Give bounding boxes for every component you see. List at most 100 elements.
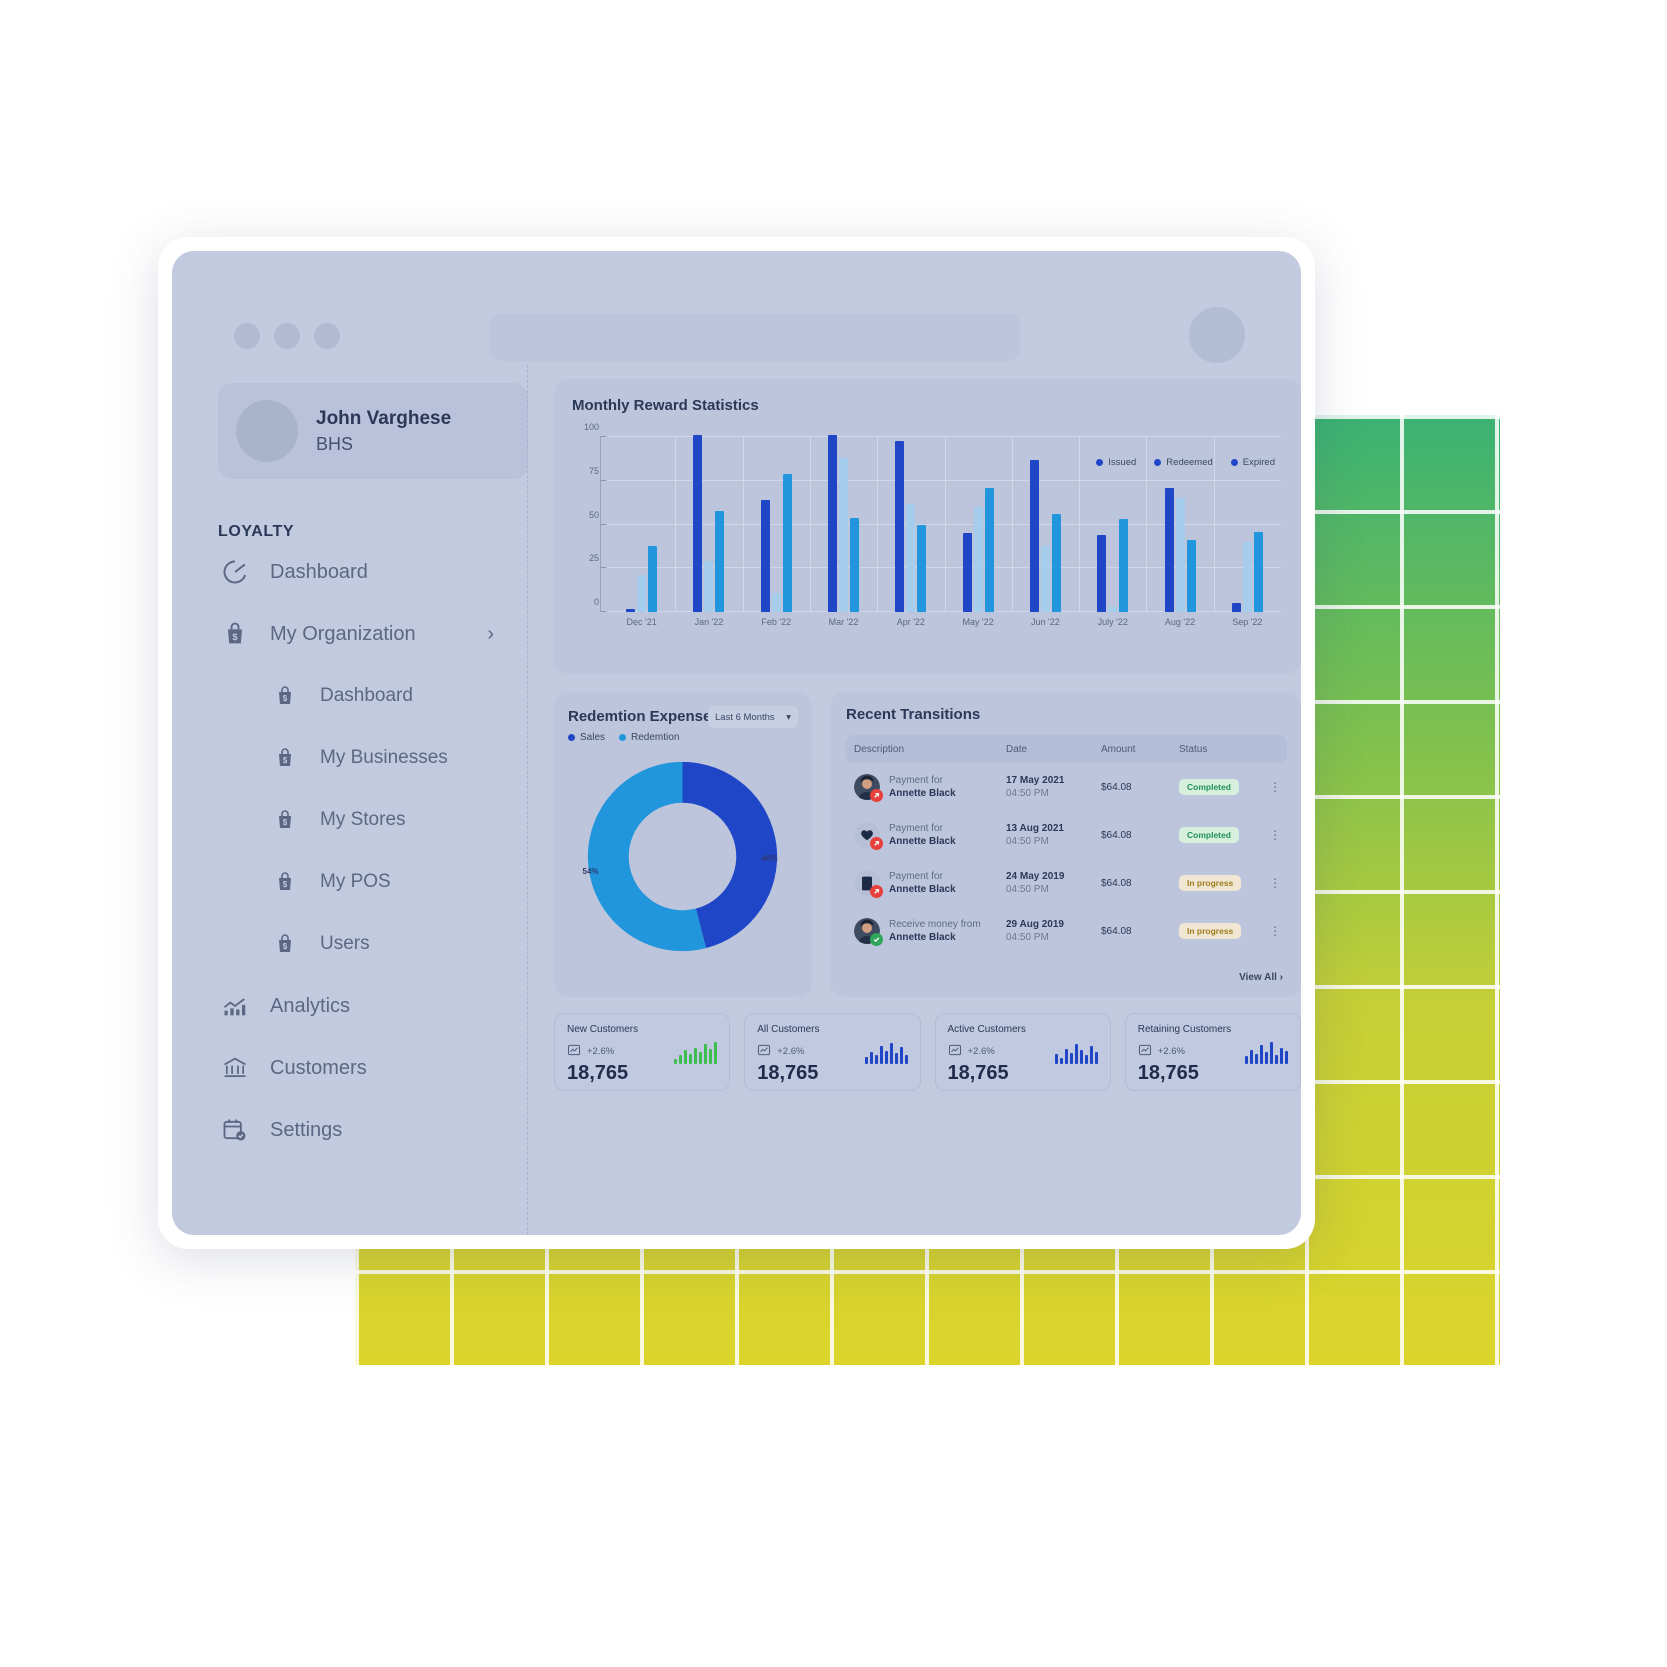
person-avatar-icon xyxy=(854,774,883,802)
legend-swatch-icon xyxy=(1154,459,1162,466)
bar-issued xyxy=(962,533,972,612)
maximize-icon[interactable] xyxy=(314,323,340,349)
sidebar-item-my-businesses[interactable]: $ My Businesses xyxy=(218,727,528,789)
transaction-time-value: 04:50 PM xyxy=(1006,932,1049,943)
y-axis-tick-mark xyxy=(600,567,606,569)
bar-group xyxy=(675,435,742,612)
bag-dollar-icon: $ xyxy=(268,803,302,837)
stat-delta-value: +2.6% xyxy=(587,1046,615,1057)
address-bar[interactable] xyxy=(490,313,1020,361)
transaction-date: 13 Aug 2021 04:50 PM xyxy=(1006,822,1101,848)
sidebar-item-dashboard[interactable]: $ Dashboard xyxy=(218,665,528,727)
transaction-desc-line2: Annette Black xyxy=(889,884,956,895)
sidebar-item-my-stores[interactable]: $ My Stores xyxy=(218,789,528,851)
stat-card-all-customers[interactable]: All Customers +2.6% 18,765 xyxy=(744,1013,921,1091)
donut-legend-item-redemtion[interactable]: Redemtion xyxy=(619,732,679,743)
app-window: John Varghese BHS LOYALTY Dashboard $ My … xyxy=(158,237,1315,1249)
transaction-amount: $64.08 xyxy=(1101,829,1132,841)
trend-icon xyxy=(1138,1043,1152,1060)
y-axis-tick-label: 100 xyxy=(583,422,599,432)
close-icon[interactable] xyxy=(234,323,260,349)
bar-issued xyxy=(1097,535,1107,612)
table-row[interactable]: Payment for Annette Black 13 Aug 2021 04… xyxy=(846,811,1287,859)
sidebar-item-label: Users xyxy=(320,933,370,954)
status-badge: Completed xyxy=(1179,779,1269,795)
sidebar-item-my-pos[interactable]: $ My POS xyxy=(218,851,528,913)
stat-card-retaining-customers[interactable]: Retaining Customers +2.6% 18,765 xyxy=(1124,1013,1301,1091)
table-row[interactable]: Payment for Annette Black 24 May 2019 04… xyxy=(846,859,1287,907)
bar-redeemed xyxy=(1040,545,1050,612)
x-axis-label: Sep '22 xyxy=(1232,617,1263,627)
transaction-description: Payment for Annette Black xyxy=(846,870,1006,898)
transactions-table-header: Description Date Amount Status xyxy=(846,735,1287,763)
y-axis-tick-mark xyxy=(600,436,606,437)
transaction-time-value: 04:50 PM xyxy=(1006,884,1049,895)
stat-title: New Customers xyxy=(567,1024,639,1035)
speedometer-icon xyxy=(218,555,252,589)
bar-redeemed xyxy=(637,575,647,612)
sidebar-item-settings[interactable]: Settings xyxy=(218,1099,528,1161)
table-row[interactable]: Payment for Annette Black 17 May 2021 04… xyxy=(846,763,1287,811)
sparkline-chart xyxy=(674,1040,718,1064)
stat-title: Active Customers xyxy=(947,1024,1026,1035)
bar-expired xyxy=(715,510,725,612)
stat-card-active-customers[interactable]: Active Customers +2.6% 18,765 xyxy=(934,1013,1111,1091)
bank-icon xyxy=(218,1051,252,1085)
stat-card-new-customers[interactable]: New Customers +2.6% 18,765 xyxy=(554,1013,731,1091)
sidebar: John Varghese BHS LOYALTY Dashboard $ My … xyxy=(172,361,528,1235)
arrow-up-right-icon xyxy=(870,789,883,802)
svg-text:$: $ xyxy=(283,756,288,765)
donut-legend-item-sales[interactable]: Sales xyxy=(568,732,605,743)
table-column-header: Amount xyxy=(1101,743,1136,755)
svg-text:$: $ xyxy=(283,694,288,703)
bar-expired xyxy=(1119,519,1129,612)
legend-item-issued[interactable]: Issued xyxy=(1096,457,1136,468)
table-column-header: Date xyxy=(1006,743,1028,755)
bar-redeemed xyxy=(973,507,983,612)
heart-icon xyxy=(854,822,883,850)
x-axis-label: Dec '21 xyxy=(626,617,657,627)
book-icon xyxy=(854,870,883,898)
status-badge: Completed xyxy=(1179,827,1269,843)
transaction-amount: $64.08 xyxy=(1101,781,1132,793)
x-axis-label: Jun '22 xyxy=(1031,617,1060,627)
row-menu-button[interactable]: ⋮ xyxy=(1269,828,1287,842)
chart-legend: Issued Redeemed Expired xyxy=(1096,457,1275,468)
sidebar-item-dashboard[interactable]: Dashboard xyxy=(218,541,528,603)
table-column-header: Status xyxy=(1179,743,1208,755)
legend-item-expired[interactable]: Expired xyxy=(1230,457,1275,468)
sidebar-item-label: Dashboard xyxy=(270,560,368,583)
analytics-bars-icon xyxy=(218,989,252,1023)
kebab-menu-icon: ⋮ xyxy=(1269,780,1281,794)
stat-title: Retaining Customers xyxy=(1137,1024,1232,1035)
legend-swatch-icon xyxy=(619,734,627,741)
row-menu-button[interactable]: ⋮ xyxy=(1269,876,1287,890)
donut-value-sales: 46% xyxy=(761,854,778,863)
bar-issued xyxy=(895,440,905,612)
legend-label: Sales xyxy=(580,732,606,743)
bar-expired xyxy=(1051,514,1061,612)
chevron-right-icon: › xyxy=(1279,972,1283,983)
row-menu-button[interactable]: ⋮ xyxy=(1269,924,1287,938)
sidebar-item-users[interactable]: $ Users xyxy=(218,913,528,975)
bar-expired xyxy=(782,473,792,612)
bar-expired xyxy=(1186,540,1196,612)
row-menu-button[interactable]: ⋮ xyxy=(1269,780,1287,794)
monthly-reward-statistics-card: Monthly Reward Statistics 0 25 50 75 100 Dec… xyxy=(554,379,1301,674)
person-avatar-icon xyxy=(854,918,883,946)
avatar[interactable] xyxy=(1189,307,1245,363)
legend-item-redeemed[interactable]: Redeemed xyxy=(1154,457,1213,468)
table-row[interactable]: Receive money from Annette Black 29 Aug … xyxy=(846,907,1287,955)
minimize-icon[interactable] xyxy=(274,323,300,349)
sidebar-item-analytics[interactable]: Analytics xyxy=(218,975,528,1037)
period-select[interactable]: Last 6 Months ▾ xyxy=(708,706,798,728)
transaction-time-value: 04:50 PM xyxy=(1006,836,1049,847)
table-column-header: Description xyxy=(854,743,905,755)
view-all-link[interactable]: View All › xyxy=(1239,972,1283,983)
sidebar-item-customers[interactable]: Customers xyxy=(218,1037,528,1099)
user-card[interactable]: John Varghese BHS xyxy=(218,383,528,479)
bag-dollar-icon: $ xyxy=(268,865,302,899)
sidebar-item-my-organization[interactable]: $ My Organization › xyxy=(218,603,528,665)
bar-redeemed xyxy=(771,592,781,612)
legend-label: Redeemed xyxy=(1166,457,1213,468)
